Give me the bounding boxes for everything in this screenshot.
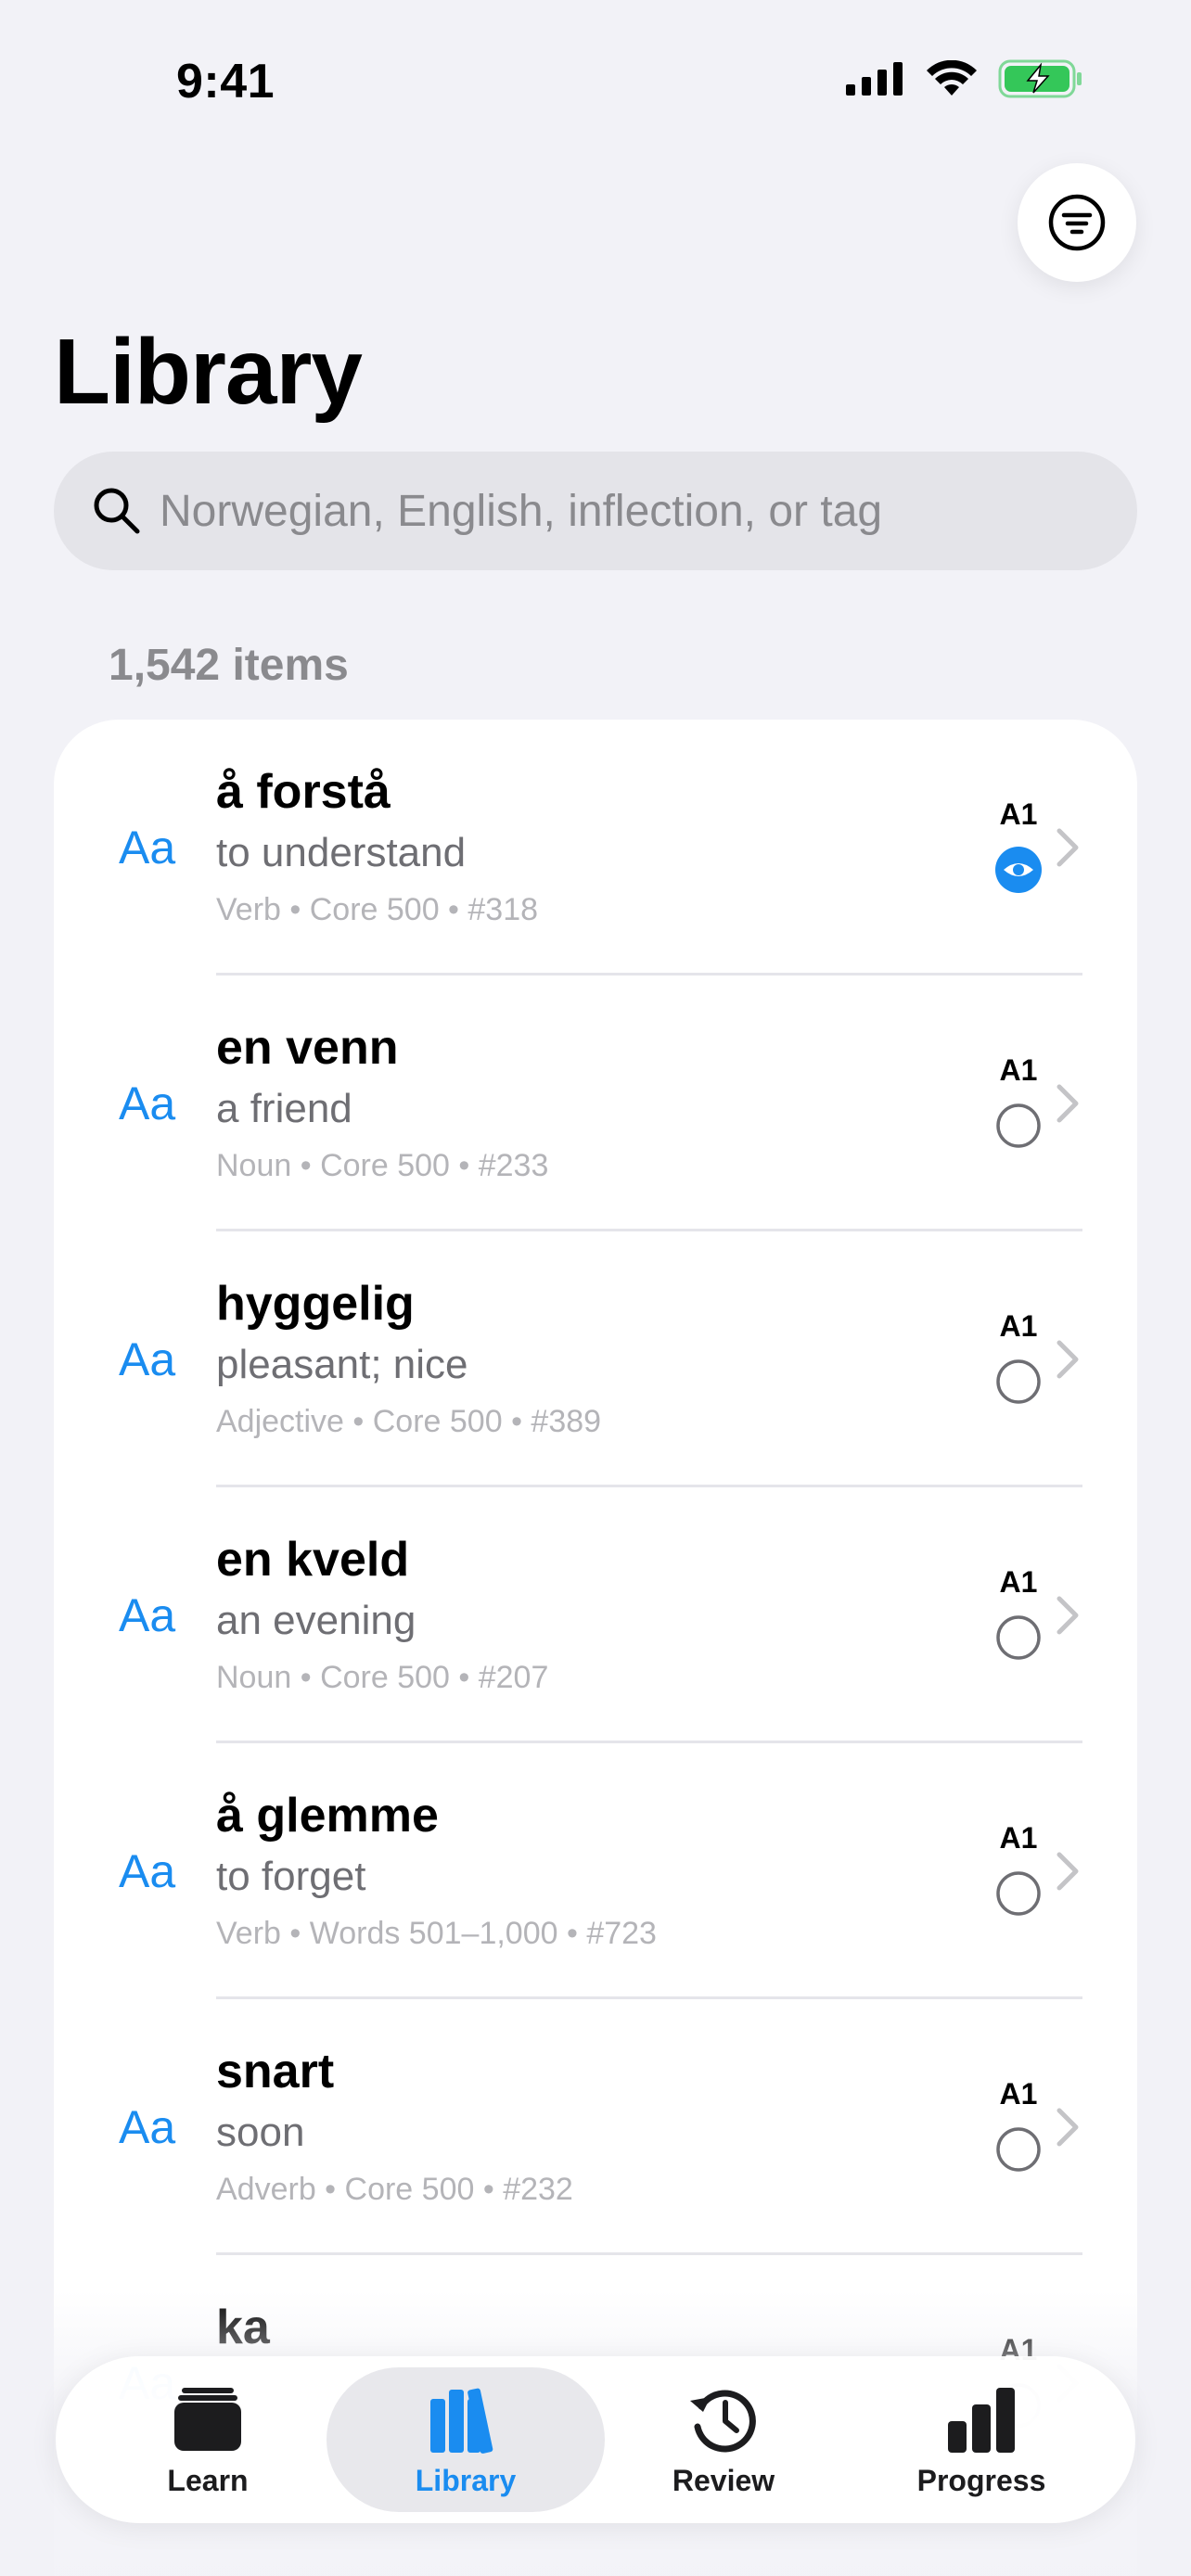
row-word: snart xyxy=(216,2045,335,2098)
cellular-signal-icon xyxy=(846,62,903,96)
tab-learn[interactable]: Learn xyxy=(69,2367,347,2512)
chevron-right-icon xyxy=(1057,1852,1079,1891)
vocab-type-icon: Aa xyxy=(119,1589,176,1641)
row-meta: Verb • Core 500 • #318 xyxy=(216,892,539,927)
row-word: hyggelig xyxy=(216,1277,415,1331)
search-input[interactable] xyxy=(160,485,1087,537)
level-badge: A1 xyxy=(999,1309,1038,1343)
library-screen: 9:41 Library Norwegian, English, inflect… xyxy=(0,0,1191,2576)
chevron-right-icon xyxy=(1057,1596,1079,1635)
level-badge: A1 xyxy=(999,1821,1038,1855)
row-meta: Verb • Words 501–1,000 • #723 xyxy=(216,1916,657,1951)
search-icon xyxy=(94,488,140,534)
tab-label: Library xyxy=(415,2463,517,2497)
list-item[interactable]: Aa å glemme to forget Verb • Words 501–1… xyxy=(54,1743,1137,1999)
chevron-right-icon xyxy=(1057,1084,1079,1123)
vocab-type-icon: Aa xyxy=(119,1845,176,1897)
tab-review[interactable]: Review xyxy=(584,2367,863,2512)
status-icons xyxy=(846,59,1083,98)
level-badge: A1 xyxy=(999,2077,1038,2111)
battery-charging-icon xyxy=(998,59,1082,98)
tab-bar: Learn Library Review Progress xyxy=(56,2356,1135,2523)
row-meta: Noun • Core 500 • #207 xyxy=(216,1660,549,1695)
tab-label: Review xyxy=(672,2463,775,2497)
row-meaning: soon xyxy=(216,2110,305,2155)
row-meaning: an evening xyxy=(216,1598,416,1643)
vocab-type-icon: Aa xyxy=(119,1333,176,1385)
row-meaning: to forget xyxy=(216,1854,366,1899)
tab-label: Progress xyxy=(916,2463,1046,2497)
row-word: en venn xyxy=(216,1021,399,1075)
unseen-circle-icon[interactable] xyxy=(994,1613,1043,1662)
books-icon xyxy=(430,2388,493,2454)
level-badge: A1 xyxy=(999,1565,1038,1599)
row-meta: Adjective • Core 500 • #389 xyxy=(216,1404,602,1439)
wifi-icon xyxy=(927,60,977,96)
row-meaning: a friend xyxy=(216,1086,352,1131)
row-word: å forstå xyxy=(216,765,391,819)
list-item[interactable]: Aa snart soon Adverb • Core 500 • #232 A… xyxy=(54,1999,1137,2255)
status-time: 9:41 xyxy=(176,55,275,108)
list-item[interactable]: Aa en kveld an evening Noun • Core 500 •… xyxy=(54,1487,1137,1743)
vocab-type-icon: Aa xyxy=(119,2101,176,2153)
chevron-right-icon xyxy=(1057,2108,1079,2147)
level-badge: A1 xyxy=(999,1053,1038,1087)
level-badge: A1 xyxy=(999,797,1038,831)
row-meta: Adverb • Core 500 • #232 xyxy=(216,2172,573,2207)
history-icon xyxy=(690,2390,756,2452)
cards-icon xyxy=(174,2387,241,2451)
unseen-circle-icon[interactable] xyxy=(994,2125,1043,2174)
filter-button[interactable] xyxy=(1018,163,1136,282)
bar-chart-icon xyxy=(948,2387,1015,2453)
vocab-type-icon: Aa xyxy=(119,822,176,874)
item-count: 1,542 items xyxy=(109,641,349,690)
row-meaning: to understand xyxy=(216,830,467,875)
row-meaning: pleasant; nice xyxy=(216,1342,468,1387)
row-meta: Noun • Core 500 • #233 xyxy=(216,1148,549,1183)
seen-eye-icon[interactable] xyxy=(994,846,1043,894)
row-word: en kveld xyxy=(216,1533,410,1587)
tab-library[interactable]: Library xyxy=(327,2367,605,2512)
tab-progress[interactable]: Progress xyxy=(842,2367,1121,2512)
status-bar: 9:41 xyxy=(0,0,1191,148)
vocab-type-icon: Aa xyxy=(119,1078,176,1129)
list-item[interactable]: Aa en venn a friend Noun • Core 500 • #2… xyxy=(54,976,1137,1231)
unseen-circle-icon[interactable] xyxy=(994,1869,1043,1918)
list-item[interactable]: Aa å forstå to understand Verb • Core 50… xyxy=(54,720,1137,976)
search-field[interactable] xyxy=(54,452,1137,570)
unseen-circle-icon[interactable] xyxy=(994,1102,1043,1150)
page-title: Library xyxy=(54,320,363,424)
chevron-right-icon xyxy=(1057,1340,1079,1379)
filter-icon xyxy=(1048,194,1106,251)
unseen-circle-icon[interactable] xyxy=(994,1358,1043,1406)
tab-label: Learn xyxy=(167,2463,249,2497)
list-item[interactable]: Aa hyggelig pleasant; nice Adjective • C… xyxy=(54,1231,1137,1487)
chevron-right-icon xyxy=(1057,828,1079,867)
row-word: å glemme xyxy=(216,1789,439,1843)
